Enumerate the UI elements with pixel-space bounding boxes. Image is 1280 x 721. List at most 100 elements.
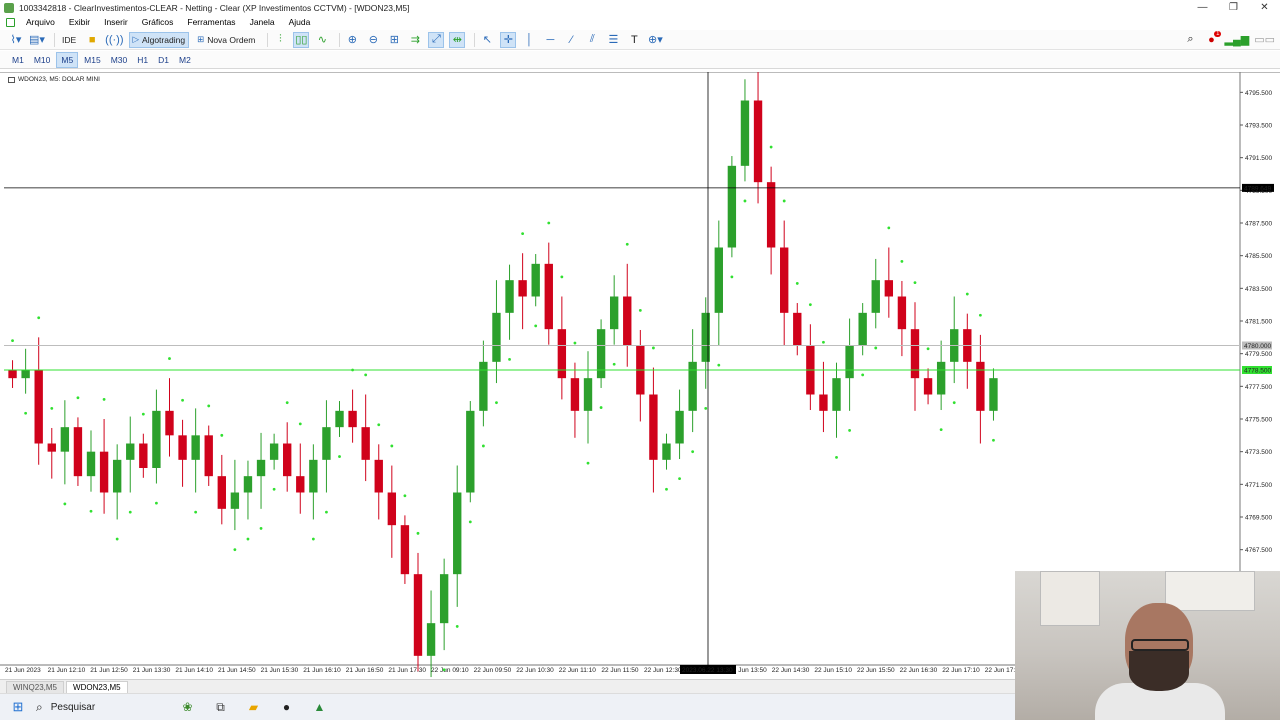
- bearish-candle: [557, 329, 567, 379]
- parabolic-sar-dot: [102, 398, 106, 401]
- y-tick-label: 4767.500: [1245, 547, 1272, 554]
- chart-shift-icon[interactable]: ⤢: [428, 31, 445, 48]
- template-icon[interactable]: ▤▾: [29, 32, 45, 48]
- taskbar-search[interactable]: ⌕ Pesquisar: [36, 700, 171, 715]
- bullish-candle: [21, 370, 30, 379]
- minimize-button[interactable]: —: [1187, 0, 1218, 15]
- tab-winq23-m5[interactable]: WINQ23,M5: [6, 681, 65, 693]
- parabolic-sar-dot: [743, 199, 747, 203]
- bearish-candle: [387, 492, 397, 526]
- x-tick-label: 21 Jun 17:30: [388, 667, 426, 674]
- menu-graficos[interactable]: Gráficos: [135, 17, 181, 27]
- menu-exibir[interactable]: Exibir: [62, 17, 97, 27]
- timeframe-m30[interactable]: M30: [107, 53, 132, 67]
- parabolic-sar-dot: [782, 199, 786, 203]
- file-explorer-icon[interactable]: ▰: [237, 694, 270, 721]
- bearish-candle: [623, 296, 632, 346]
- webcam-overlay: [1015, 571, 1280, 720]
- maximize-button[interactable]: ❐: [1218, 0, 1249, 15]
- candlestick-icon[interactable]: ▯▯: [293, 31, 310, 48]
- y-tick-label: 4769.500: [1245, 515, 1272, 522]
- signal-icon[interactable]: ((·)): [105, 32, 123, 48]
- autoscroll-icon[interactable]: ⇉: [407, 32, 423, 48]
- crosshair-icon[interactable]: ✛: [500, 31, 517, 48]
- obs-icon[interactable]: ●: [270, 694, 303, 721]
- bullish-candle: [701, 312, 710, 362]
- zoom-in-icon[interactable]: ⊕: [344, 32, 360, 48]
- parabolic-sar-dot: [403, 494, 407, 498]
- lock-icon[interactable]: ■: [84, 32, 100, 48]
- parabolic-sar-dot: [717, 363, 721, 367]
- parabolic-sar-dot: [874, 346, 878, 350]
- parabolic-sar-dot: [952, 401, 956, 405]
- text-tool-icon[interactable]: T: [626, 32, 642, 48]
- algotrading-button[interactable]: ▷ Algotrading: [128, 31, 190, 48]
- timeframe-m1[interactable]: M1: [8, 53, 28, 67]
- x-tick-label: 21 Jun 16:50: [346, 667, 384, 674]
- grid-icon[interactable]: ⊞: [386, 32, 402, 48]
- x-tick-label: 22 Jun 11:50: [601, 667, 638, 674]
- bar-chart-icon[interactable]: ⫶: [272, 32, 288, 48]
- bearish-candle: [570, 378, 580, 411]
- period-separator-icon[interactable]: ⇹: [449, 31, 466, 48]
- close-button[interactable]: ✕: [1249, 0, 1280, 15]
- terminal-menu-icon[interactable]: [6, 17, 15, 27]
- menu-arquivo[interactable]: Arquivo: [19, 17, 62, 27]
- bullish-candle: [531, 263, 540, 297]
- timeframe-m2[interactable]: M2: [175, 53, 195, 67]
- webcam-background-shelf: [1165, 571, 1255, 611]
- tab-wdon23-m5[interactable]: WDON23,M5: [66, 681, 128, 693]
- fibonacci-icon[interactable]: ☰: [605, 32, 621, 48]
- line-chart-icon[interactable]: ∿: [314, 32, 330, 48]
- parabolic-sar-dot: [115, 537, 119, 541]
- nova-ordem-button[interactable]: ⊞ Nova Ordem: [194, 32, 258, 48]
- parabolic-sar-dot: [207, 404, 211, 408]
- timeframe-m15[interactable]: M15: [80, 53, 105, 67]
- cursor-icon[interactable]: ↖: [479, 32, 495, 48]
- bullish-candle: [662, 443, 671, 460]
- timeframe-m5[interactable]: M5: [56, 51, 79, 68]
- widgets-icon[interactable]: ❀: [171, 694, 204, 721]
- parabolic-sar-dot: [63, 502, 67, 506]
- menu-inserir[interactable]: Inserir: [97, 17, 135, 27]
- task-view-icon[interactable]: ⧉: [204, 694, 237, 721]
- x-tick-label: 21 Jun 14:10: [175, 667, 213, 674]
- bullish-candle: [858, 312, 867, 346]
- ide-button[interactable]: IDE: [59, 32, 79, 48]
- trendline-icon[interactable]: ⁄: [563, 32, 579, 48]
- horizontal-line-icon[interactable]: ─: [542, 32, 558, 48]
- timeframe-h1[interactable]: H1: [133, 53, 152, 67]
- bid-price-label: 4780.000: [1244, 343, 1271, 350]
- menu-ajuda[interactable]: Ajuda: [282, 17, 318, 27]
- windows-start-icon[interactable]: ⊞: [0, 694, 36, 721]
- parabolic-sar-dot: [665, 487, 668, 491]
- equidistant-channel-icon[interactable]: ⫽: [584, 32, 600, 48]
- parabolic-sar-dot: [534, 324, 538, 328]
- vertical-line-icon[interactable]: │: [521, 32, 537, 48]
- bearish-candle: [649, 394, 658, 460]
- parabolic-sar-dot: [128, 510, 132, 514]
- chart-type-icon[interactable]: ⌇▾: [8, 32, 24, 48]
- bearish-candle: [73, 427, 83, 477]
- toolbar-separator: [474, 32, 476, 47]
- shapes-icon[interactable]: ⊕▾: [647, 32, 663, 48]
- webcam-person-beard: [1129, 651, 1189, 691]
- search-icon[interactable]: ⌕: [1182, 32, 1198, 48]
- bullish-candle: [466, 410, 475, 493]
- bullish-candle: [269, 443, 279, 460]
- notification-icon[interactable]: ● 1: [1203, 30, 1222, 48]
- zoom-out-icon[interactable]: ⊖: [365, 32, 381, 48]
- bearish-candle: [413, 574, 423, 656]
- parabolic-sar-dot: [11, 339, 14, 342]
- toolbar-separator: [54, 32, 55, 47]
- timeframe-m10[interactable]: M10: [30, 53, 55, 67]
- parabolic-sar-dot: [926, 347, 930, 351]
- menu-ferramentas[interactable]: Ferramentas: [180, 17, 242, 27]
- bearish-candle: [910, 329, 920, 379]
- parabolic-sar-dot: [992, 438, 995, 442]
- y-tick-label: 4795.500: [1245, 90, 1272, 97]
- menu-janela[interactable]: Janela: [243, 17, 282, 27]
- metatrader-icon[interactable]: ▲: [303, 694, 336, 721]
- bearish-candle: [766, 182, 776, 248]
- timeframe-d1[interactable]: D1: [154, 53, 173, 67]
